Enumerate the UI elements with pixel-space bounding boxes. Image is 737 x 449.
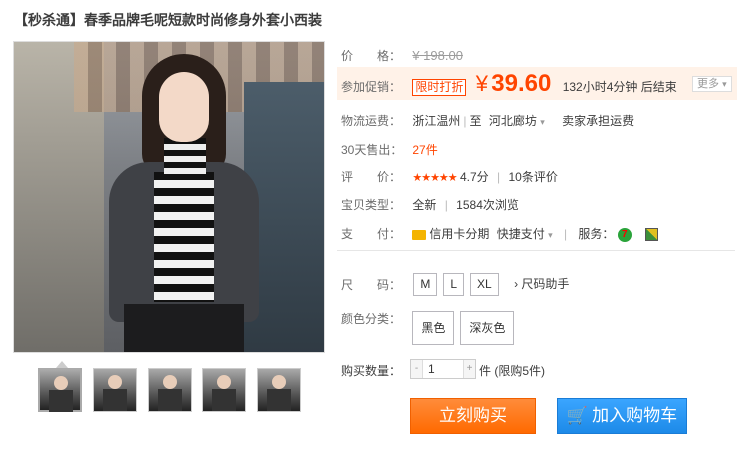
size-helper-link[interactable]: › 尺码助手 <box>514 277 569 291</box>
quantity-increase-button[interactable]: + <box>463 360 475 378</box>
quantity-decrease-button[interactable]: - <box>411 360 423 378</box>
seven-day-return-icon[interactable]: 7 <box>617 227 632 242</box>
promo-countdown: 132小时4分钟 后结束 <box>562 80 677 94</box>
promo-label: 参加促销： <box>341 80 402 94</box>
chevron-right-icon: › <box>514 277 519 291</box>
promo-row: 参加促销： 限时打折 ¥ 39.60 132小时4分钟 后结束 <box>341 70 677 98</box>
service-label: 服务： <box>578 227 615 241</box>
quantity-label: 购买数量： <box>341 364 402 378</box>
type-row: 宝贝类型： 全新 | 1584次浏览 <box>341 198 519 212</box>
shipping-fee: 卖家承担运费 <box>562 114 635 128</box>
product-title: 【秒杀通】春季品牌毛呢短款时尚修身外套小西装 <box>14 12 322 28</box>
quantity-input[interactable] <box>424 360 464 378</box>
thumbnail-1[interactable] <box>38 368 82 412</box>
color-label: 颜色分类： <box>341 312 402 326</box>
shipping-to-prefix: 至 <box>469 114 482 128</box>
shipping-label: 物流运费： <box>341 114 402 128</box>
size-row: 尺 码： M L XL › 尺码助手 <box>341 273 569 296</box>
size-option-m[interactable]: M <box>413 273 438 296</box>
currency-symbol: ¥ <box>475 71 488 96</box>
sold-row: 30天售出： 27件 <box>341 141 438 158</box>
main-product-image[interactable] <box>13 41 325 353</box>
payment-row: 支 付： 信用卡分期 快捷支付 ▾ | 服务： 7 <box>341 225 659 242</box>
type-label: 宝贝类型： <box>341 198 402 212</box>
original-price: ¥ 198.00 <box>412 48 463 63</box>
chevron-down-icon: ▾ <box>722 79 727 89</box>
thumbnail-4[interactable] <box>202 368 246 412</box>
payment-label: 支 付： <box>341 227 402 241</box>
thumbnail-5[interactable] <box>257 368 301 412</box>
promo-tag: 限时打折 <box>412 79 467 96</box>
shipping-row: 物流运费： 浙江温州 | 至 河北廊坊 ▾ 卖家承担运费 <box>341 114 635 128</box>
price-row: 价 格： ¥ 198.00 <box>341 47 463 64</box>
promo-price: 39.60 <box>491 70 552 97</box>
credit-card-icon <box>412 229 427 240</box>
quick-pay-select[interactable]: 快捷支付 ▾ <box>497 227 553 241</box>
buy-now-button[interactable]: 立刻购买 <box>410 398 536 434</box>
divider <box>337 250 735 251</box>
star-rating-icon: ★★★★★ <box>412 172 457 184</box>
sold-count: 27件 <box>412 143 438 157</box>
credit-installment: 信用卡分期 <box>429 227 490 241</box>
rating-row: 评 价： ★★★★★ 4.7分 | 10条评价 <box>341 170 558 184</box>
chevron-down-icon: ▾ <box>540 117 545 127</box>
cart-icon: 🛒 <box>566 406 589 425</box>
chevron-down-icon: ▾ <box>548 230 553 240</box>
shipping-from: 浙江温州 <box>412 114 461 128</box>
size-label: 尺 码： <box>341 278 402 293</box>
price-label: 价 格： <box>341 49 402 63</box>
reviews-link[interactable]: 10条评价 <box>509 170 558 184</box>
thumbnail-indicator-icon <box>56 361 68 368</box>
color-option-black[interactable]: 黑色 <box>412 311 455 345</box>
sold-label: 30天售出： <box>341 143 403 157</box>
quantity-limit: 件 (限购5件) <box>479 364 546 378</box>
size-option-xl[interactable]: XL <box>470 273 499 296</box>
service-badge-icon[interactable] <box>645 228 659 242</box>
color-row: 颜色分类： 黑色 深灰色 <box>341 311 520 345</box>
thumbnail-2[interactable] <box>93 368 137 412</box>
size-option-l[interactable]: L <box>443 273 465 296</box>
color-option-dark-gray[interactable]: 深灰色 <box>460 311 515 345</box>
add-to-cart-button[interactable]: 🛒 加入购物车 <box>557 398 687 434</box>
thumbnail-3[interactable] <box>148 368 192 412</box>
rating-score: 4.7分 <box>460 170 489 184</box>
condition: 全新 <box>412 198 437 212</box>
view-count: 1584次浏览 <box>456 198 519 212</box>
more-promos-button[interactable]: 更多 ▾ <box>692 76 732 92</box>
rating-label: 评 价： <box>341 170 402 184</box>
shipping-destination-select[interactable]: 河北廊坊 ▾ <box>489 114 545 128</box>
quantity-stepper: - + <box>410 359 476 379</box>
